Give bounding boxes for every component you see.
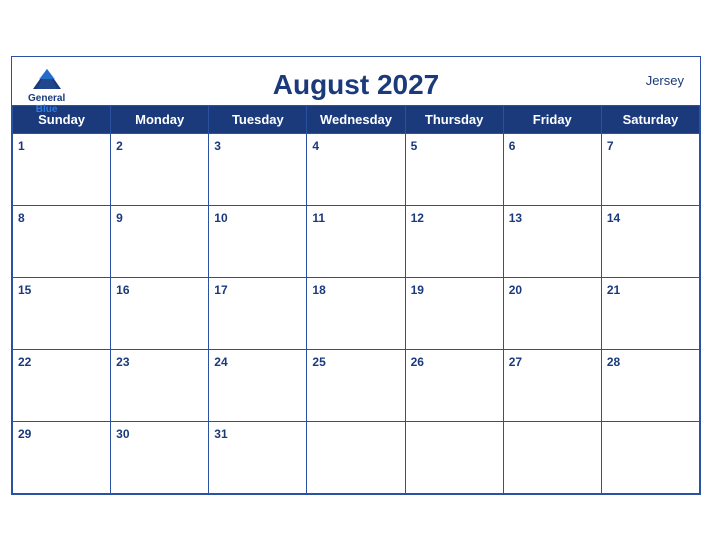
calendar-cell: 8 — [13, 205, 111, 277]
day-number: 20 — [509, 283, 522, 297]
calendar-cell: 5 — [405, 133, 503, 205]
logo: General Blue — [28, 65, 65, 115]
day-number: 18 — [312, 283, 325, 297]
calendar-cell — [405, 421, 503, 493]
calendar-cell: 2 — [111, 133, 209, 205]
calendar-cell: 11 — [307, 205, 405, 277]
day-number: 15 — [18, 283, 31, 297]
day-number: 25 — [312, 355, 325, 369]
calendar-cell: 6 — [503, 133, 601, 205]
calendar-cell: 29 — [13, 421, 111, 493]
day-number: 8 — [18, 211, 25, 225]
calendar-cell: 24 — [209, 349, 307, 421]
calendar-cell: 18 — [307, 277, 405, 349]
calendar-cell: 27 — [503, 349, 601, 421]
day-number: 17 — [214, 283, 227, 297]
day-number: 7 — [607, 139, 614, 153]
calendar-cell: 9 — [111, 205, 209, 277]
calendar-cell: 16 — [111, 277, 209, 349]
calendar-cell: 26 — [405, 349, 503, 421]
day-number: 13 — [509, 211, 522, 225]
day-number: 5 — [411, 139, 418, 153]
calendar-cell — [503, 421, 601, 493]
calendar-cell: 19 — [405, 277, 503, 349]
week-row-5: 29 30 31 — [13, 421, 700, 493]
day-number: 30 — [116, 427, 129, 441]
day-number: 26 — [411, 355, 424, 369]
calendar-cell: 22 — [13, 349, 111, 421]
calendar-header: General Blue August 2027 Jersey — [12, 57, 700, 105]
weekday-header-row: SundayMondayTuesdayWednesdayThursdayFrid… — [13, 105, 700, 133]
calendar-cell: 1 — [13, 133, 111, 205]
day-number: 19 — [411, 283, 424, 297]
calendar-cell: 15 — [13, 277, 111, 349]
calendar-title: August 2027 — [32, 69, 680, 101]
calendar-cell: 4 — [307, 133, 405, 205]
day-number: 23 — [116, 355, 129, 369]
day-number: 24 — [214, 355, 227, 369]
day-number: 6 — [509, 139, 516, 153]
weekday-header-tuesday: Tuesday — [209, 105, 307, 133]
day-number: 10 — [214, 211, 227, 225]
weekday-header-friday: Friday — [503, 105, 601, 133]
calendar-cell: 28 — [601, 349, 699, 421]
calendar-cell: 7 — [601, 133, 699, 205]
week-row-3: 15 16 17 18 19 20 21 — [13, 277, 700, 349]
logo-blue-text: Blue — [36, 104, 58, 115]
weekday-header-monday: Monday — [111, 105, 209, 133]
day-number: 12 — [411, 211, 424, 225]
calendar-cell: 31 — [209, 421, 307, 493]
weekday-header-thursday: Thursday — [405, 105, 503, 133]
day-number: 4 — [312, 139, 319, 153]
day-number: 21 — [607, 283, 620, 297]
day-number: 16 — [116, 283, 129, 297]
day-number: 22 — [18, 355, 31, 369]
week-row-2: 8 9 10 11 12 13 14 — [13, 205, 700, 277]
day-number: 2 — [116, 139, 123, 153]
calendar-table: SundayMondayTuesdayWednesdayThursdayFrid… — [12, 105, 700, 494]
calendar-cell: 25 — [307, 349, 405, 421]
day-number: 29 — [18, 427, 31, 441]
calendar-cell: 14 — [601, 205, 699, 277]
calendar: General Blue August 2027 Jersey SundayMo… — [11, 56, 701, 495]
day-number: 1 — [18, 139, 25, 153]
day-number: 9 — [116, 211, 123, 225]
calendar-cell: 21 — [601, 277, 699, 349]
logo-icon — [29, 65, 65, 93]
calendar-cell: 20 — [503, 277, 601, 349]
day-number: 28 — [607, 355, 620, 369]
calendar-cell: 10 — [209, 205, 307, 277]
weekday-header-saturday: Saturday — [601, 105, 699, 133]
day-number: 14 — [607, 211, 620, 225]
calendar-location: Jersey — [646, 73, 684, 88]
weekday-header-wednesday: Wednesday — [307, 105, 405, 133]
calendar-cell: 13 — [503, 205, 601, 277]
calendar-cell — [307, 421, 405, 493]
calendar-cell: 17 — [209, 277, 307, 349]
calendar-cell — [601, 421, 699, 493]
week-row-1: 1 2 3 4 5 6 7 — [13, 133, 700, 205]
calendar-cell: 23 — [111, 349, 209, 421]
day-number: 31 — [214, 427, 227, 441]
day-number: 27 — [509, 355, 522, 369]
logo-general-text: General — [28, 93, 65, 104]
calendar-cell: 12 — [405, 205, 503, 277]
calendar-cell: 3 — [209, 133, 307, 205]
day-number: 3 — [214, 139, 221, 153]
week-row-4: 22 23 24 25 26 27 28 — [13, 349, 700, 421]
calendar-cell: 30 — [111, 421, 209, 493]
day-number: 11 — [312, 211, 325, 225]
